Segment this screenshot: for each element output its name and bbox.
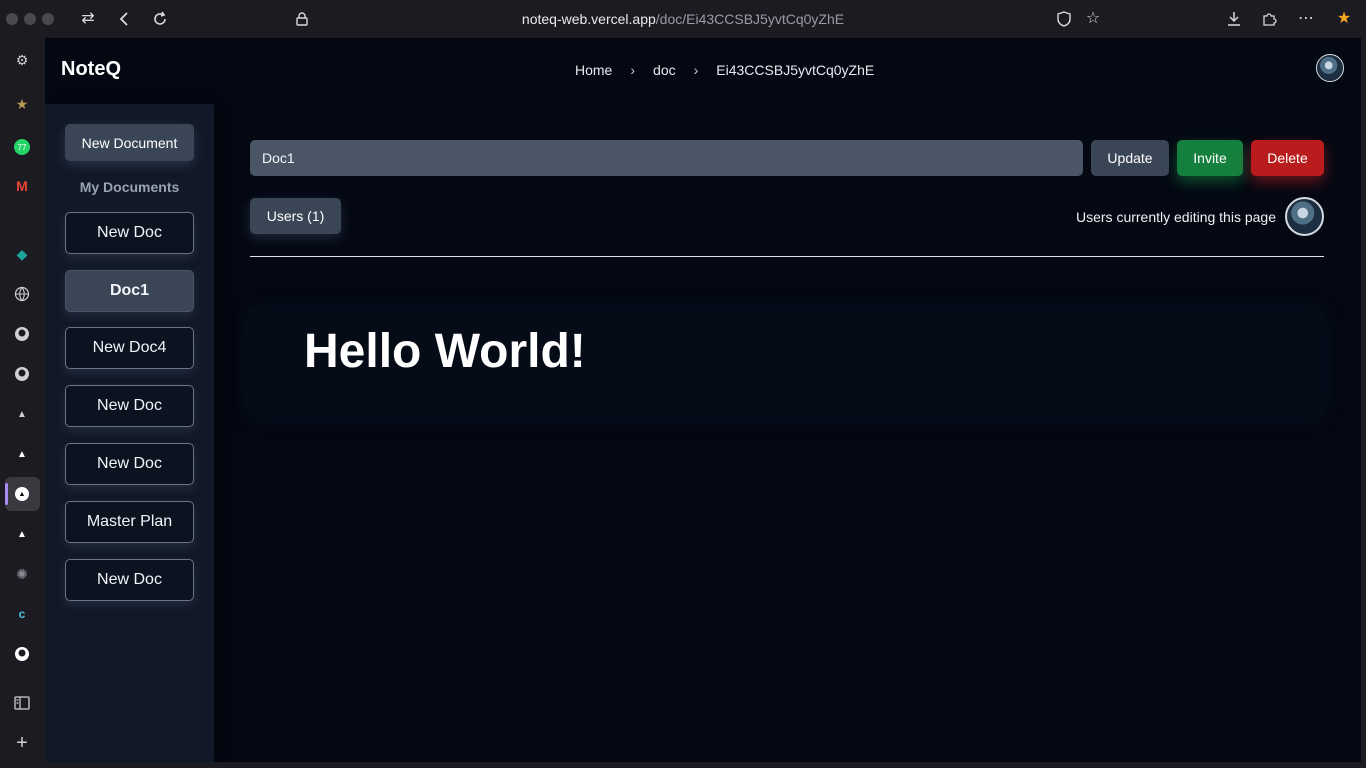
brand-logo[interactable]: NoteQ [61, 58, 121, 81]
openai-icon[interactable]: ✺ [12, 564, 32, 584]
chevron-right-icon: › [693, 62, 699, 78]
plus-icon[interactable]: + [12, 732, 32, 754]
editor-heading[interactable]: Hello World! [304, 324, 586, 379]
shield-icon[interactable] [1054, 9, 1074, 29]
whatsapp-badge: 77 [14, 139, 30, 155]
gmail-icon[interactable]: M [12, 176, 32, 196]
download-icon[interactable] [1224, 9, 1244, 29]
document-editor[interactable]: Hello World! [250, 310, 1324, 416]
noteq-app: NoteQ Home › doc › Ei43CCSBJ5yvtCq0yZhE … [45, 38, 1361, 762]
document-item[interactable]: New Doc [65, 559, 194, 601]
url-path: /doc/Ei43CCSBJ5yvtCq0yZhE [655, 11, 845, 27]
github-icon[interactable] [12, 364, 32, 384]
update-button[interactable]: Update [1091, 140, 1169, 176]
document-item[interactable]: New Doc [65, 385, 194, 427]
gear-icon[interactable]: ⚙ [12, 50, 32, 70]
new-document-button[interactable]: New Document [65, 124, 194, 161]
breadcrumb-doc[interactable]: doc [653, 62, 676, 78]
browser-toolbar: ⇄ noteq-web.vercel.app/doc/Ei43CCSBJ5yvt… [0, 0, 1366, 38]
divider [250, 256, 1324, 257]
breadcrumb-doc-id[interactable]: Ei43CCSBJ5yvtCq0yZhE [716, 62, 874, 78]
github-icon[interactable] [12, 644, 32, 664]
more-icon[interactable]: ⋯ [1296, 9, 1316, 29]
editing-user-avatar[interactable] [1285, 197, 1324, 236]
documents-sidebar: New Document My Documents New Doc Doc1 N… [45, 104, 214, 762]
triangle-icon[interactable]: ▲ [12, 524, 32, 544]
document-item[interactable]: New Doc [65, 443, 194, 485]
sidebar-panel-icon[interactable] [12, 693, 32, 713]
chevron-right-icon: › [630, 62, 636, 78]
document-item[interactable]: New Doc [65, 212, 194, 254]
url-host: noteq-web.vercel.app [521, 11, 656, 27]
triangle-icon[interactable]: ▲ [12, 444, 32, 464]
triangle-icon[interactable]: ▲ [12, 404, 32, 424]
users-button[interactable]: Users (1) [250, 198, 341, 234]
github-icon[interactable] [12, 324, 32, 344]
editing-users-label: Users currently editing this page [1076, 209, 1276, 225]
triangle-circle-icon[interactable]: ▲ [12, 484, 32, 504]
delete-button[interactable]: Delete [1251, 140, 1324, 176]
document-item[interactable]: Master Plan [65, 501, 194, 543]
address-bar[interactable]: noteq-web.vercel.app/doc/Ei43CCSBJ5yvtCq… [0, 11, 1366, 27]
document-item-active[interactable]: Doc1 [65, 270, 194, 312]
breadcrumb: Home › doc › Ei43CCSBJ5yvtCq0yZhE [575, 62, 874, 78]
diamond-icon[interactable]: ◆ [12, 244, 32, 264]
breadcrumb-home[interactable]: Home [575, 62, 612, 78]
star-icon[interactable]: ☆ [1083, 9, 1103, 29]
whatsapp-icon[interactable]: 77 [12, 137, 32, 157]
document-title-input[interactable]: Doc1 [250, 140, 1083, 176]
star-icon[interactable]: ★ [12, 94, 32, 114]
bookmark-star-icon[interactable]: ★ [1334, 9, 1354, 29]
browser-sidebar: ⚙ ★ 77 M ◆ ▲ ▲ ▲ ▲ ✺ c + [0, 38, 45, 768]
c-icon[interactable]: c [12, 604, 32, 624]
document-item[interactable]: New Doc4 [65, 327, 194, 369]
puzzle-icon[interactable] [1259, 9, 1279, 29]
my-documents-heading: My Documents [79, 179, 180, 195]
invite-button[interactable]: Invite [1177, 140, 1243, 176]
globe-icon[interactable] [12, 284, 32, 304]
user-avatar[interactable] [1316, 54, 1344, 82]
